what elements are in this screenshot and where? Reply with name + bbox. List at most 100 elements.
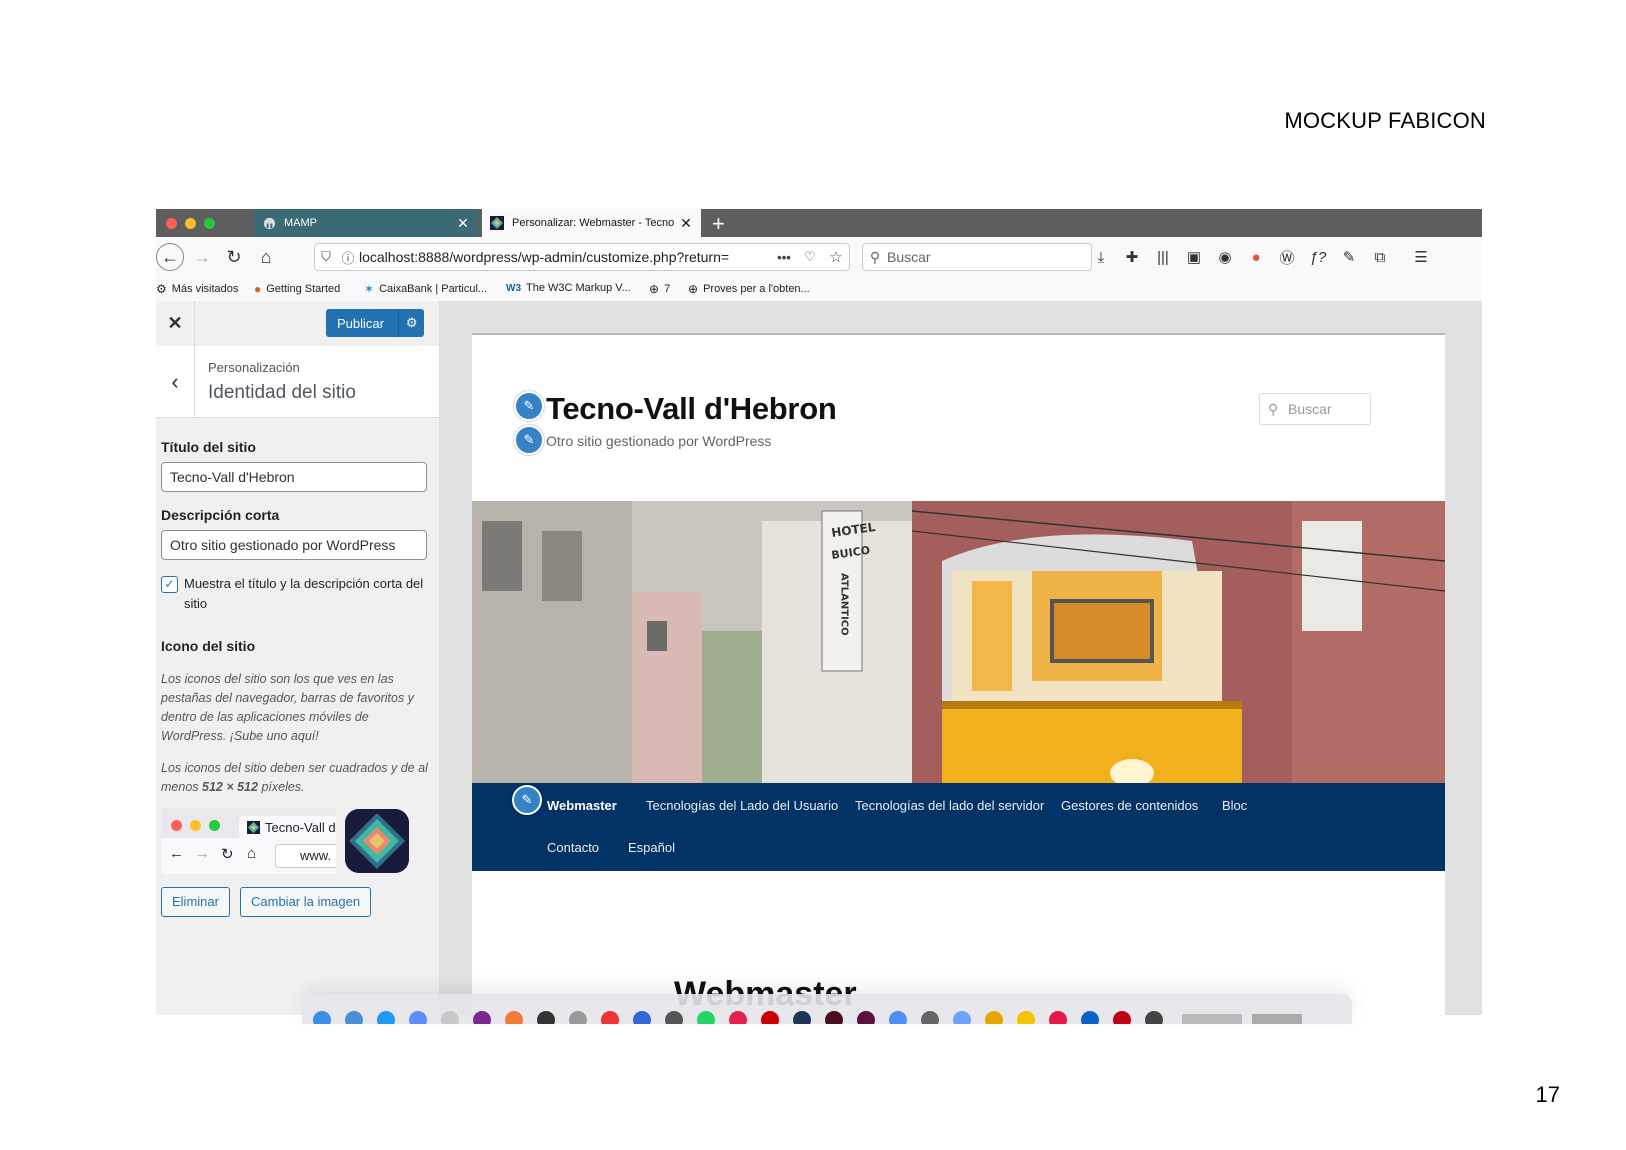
remove-icon-button[interactable]: Eliminar (161, 887, 230, 917)
eyedropper-icon[interactable]: ✎ (1338, 246, 1360, 268)
customizer-header: ✕ Publicar ⚙ (156, 301, 439, 347)
bookmark-item[interactable]: W3 The W3C Markup V... (506, 282, 631, 294)
new-tab-icon[interactable]: + (712, 211, 725, 237)
back-chevron-icon[interactable]: ‹ (156, 346, 195, 417)
mini-url-bar: www. (275, 844, 336, 868)
bookmark-item[interactable]: ⊕ Proves per a l'obten... (688, 282, 810, 296)
site-icon-size-note: Los iconos del sitio deben ser cuadrados… (161, 759, 431, 797)
menu-icon[interactable]: ☰ (1410, 246, 1432, 268)
mini-navbar: ← → ↻ ⌂ www. (161, 838, 336, 874)
bookmark-item[interactable]: ✶ CaixaBank | Particul... (364, 282, 487, 296)
account-icon[interactable]: ◉ (1214, 246, 1236, 268)
site-title-input[interactable]: Tecno-Vall d'Hebron (161, 462, 427, 492)
tagline-input[interactable]: Otro sitio gestionado por WordPress (161, 530, 427, 560)
site-title-label: Título del sitio (161, 439, 256, 455)
gear-icon: ⚙ (156, 282, 167, 296)
reload-icon[interactable]: ↻ (222, 245, 246, 269)
nav-item-webmaster[interactable]: Webmaster (547, 798, 617, 813)
forward-arrow-icon[interactable]: → (190, 245, 214, 269)
site-search-input[interactable]: ⚲ Buscar (1259, 393, 1371, 425)
tab-customizer[interactable]: Personalizar: Webmaster - Tecno ✕ (482, 209, 701, 237)
nav-item-language[interactable]: Español (628, 840, 675, 855)
close-window-dot[interactable] (166, 218, 177, 229)
caixabank-icon: ✶ (364, 282, 375, 296)
site-title[interactable]: Tecno-Vall d'Hebron (546, 391, 837, 427)
site-icon-image (345, 809, 409, 873)
browser-window: MAMP ✕ Personalizar: Webmaster - Tecno ✕… (156, 209, 1482, 1015)
w3c-icon: W3 (506, 282, 521, 294)
site-preview: ✎ Tecno-Vall d'Hebron ✎ Otro sitio gesti… (472, 333, 1445, 1015)
section-title: Identidad del sitio (208, 382, 356, 403)
slide-title: MOCKUP FABICON (1284, 108, 1486, 133)
tab-mamp[interactable]: MAMP ✕ (254, 209, 478, 237)
publish-settings-gear-icon[interactable]: ⚙ (398, 309, 424, 337)
minimize-window-dot[interactable] (185, 218, 196, 229)
bookmark-item[interactable]: ⊕ 7 (649, 282, 670, 296)
elephant-icon (262, 216, 276, 230)
library-icon[interactable]: ||| (1152, 246, 1174, 268)
info-icon[interactable]: ⓘ (337, 248, 359, 267)
close-tab-icon[interactable]: ✕ (456, 215, 470, 232)
extensions-icon[interactable]: ✚ (1121, 246, 1143, 268)
shield-icon[interactable]: ⛉ (315, 249, 337, 265)
url-text[interactable]: localhost:8888/wordpress/wp-admin/custom… (359, 249, 771, 265)
wordpress-icon[interactable]: Ⓦ (1276, 246, 1298, 268)
tab-label: Personalizar: Webmaster - Tecno (512, 217, 675, 229)
customizer-panel: ✕ Publicar ⚙ ‹ Personalización Identidad… (156, 301, 440, 1015)
nav-item-server-side[interactable]: Tecnologías del lado del servidor (855, 798, 1044, 813)
tagline-label: Descripción corta (161, 507, 280, 523)
search-icon: ⚲ (869, 248, 881, 265)
close-customizer-icon[interactable]: ✕ (156, 301, 195, 346)
url-bar[interactable]: ⛉ ⓘ localhost:8888/wordpress/wp-admin/cu… (314, 243, 850, 271)
nav-item-contact[interactable]: Contacto (547, 840, 599, 855)
display-header-text-label[interactable]: Muestra el título y la descripción corta… (184, 574, 424, 614)
display-header-text-checkbox[interactable]: ✓ (161, 576, 178, 593)
site-favicon-icon (490, 216, 504, 230)
sidebar-icon[interactable]: ▣ (1183, 246, 1205, 268)
header-image: HOTEL BUICO ATLANTICO (472, 501, 1445, 783)
search-icon: ⚲ (1268, 401, 1279, 417)
more-dots-icon[interactable]: ••• (771, 250, 797, 265)
tab-bar: MAMP ✕ Personalizar: Webmaster - Tecno ✕… (156, 209, 1482, 237)
nav-item-cms[interactable]: Gestores de contenidos (1061, 798, 1198, 813)
mini-tab-label: Tecno-Vall d (265, 819, 336, 835)
screenshot-icon[interactable]: ⧉ (1369, 246, 1391, 268)
bookmark-item[interactable]: ● Getting Started (254, 282, 340, 296)
home-icon: ⌂ (247, 845, 257, 862)
main-navigation: ✎ Webmaster Tecnologías del Lado del Usu… (472, 783, 1445, 871)
tab-label: MAMP (284, 217, 317, 229)
zoom-window-dot[interactable] (204, 218, 215, 229)
change-image-button[interactable]: Cambiar la imagen (240, 887, 372, 917)
edit-tagline-pencil-icon[interactable]: ✎ (514, 425, 544, 455)
forward-arrow-icon: → (195, 845, 210, 862)
site-icon-description: Los iconos del sitio son los que ves en … (161, 672, 414, 743)
search-placeholder: Buscar (887, 249, 931, 265)
nav-item-client-side[interactable]: Tecnologías del Lado del Usuario (646, 798, 838, 813)
site-favicon-icon (247, 820, 260, 834)
duckduckgo-icon[interactable]: ● (1245, 246, 1267, 268)
close-tab-icon[interactable]: ✕ (679, 215, 693, 232)
mini-url-text: www. (300, 848, 332, 863)
bookmark-label: CaixaBank | Particul... (379, 283, 488, 295)
nav-item-blog[interactable]: Bloc (1222, 798, 1247, 813)
navigation-toolbar: ← → ↻ ⌂ ⛉ ⓘ localhost:8888/wordpress/wp-… (156, 237, 1482, 277)
font-icon[interactable]: ƒ? (1307, 246, 1329, 268)
publish-label: Publicar (337, 315, 384, 331)
firefox-icon: ● (254, 282, 262, 296)
back-arrow-icon[interactable]: ← (156, 243, 184, 271)
edit-title-pencil-icon[interactable]: ✎ (514, 391, 544, 421)
download-icon[interactable]: ⤓ (1090, 246, 1112, 268)
breadcrumb: Personalización (208, 360, 300, 375)
edit-menu-pencil-icon[interactable]: ✎ (512, 785, 542, 815)
bookmark-label: Proves per a l'obten... (703, 283, 810, 295)
hotel-sign-text: ATLANTICO (839, 573, 850, 636)
publish-button[interactable]: Publicar ⚙ (326, 309, 424, 337)
bookmarks-bar: ⚙ Más visitados ● Getting Started ✶ Caix… (156, 277, 1482, 301)
mini-close-dot (171, 820, 182, 831)
pocket-icon[interactable]: ♡ (797, 249, 823, 265)
site-icon-browser-preview: Tecno-Vall d ← → ↻ ⌂ www. (161, 808, 336, 874)
bookmark-star-icon[interactable]: ☆ (823, 248, 849, 266)
search-bar[interactable]: ⚲ Buscar (862, 243, 1092, 271)
bookmark-item[interactable]: ⚙ Más visitados (156, 282, 238, 296)
home-icon[interactable]: ⌂ (254, 245, 278, 269)
